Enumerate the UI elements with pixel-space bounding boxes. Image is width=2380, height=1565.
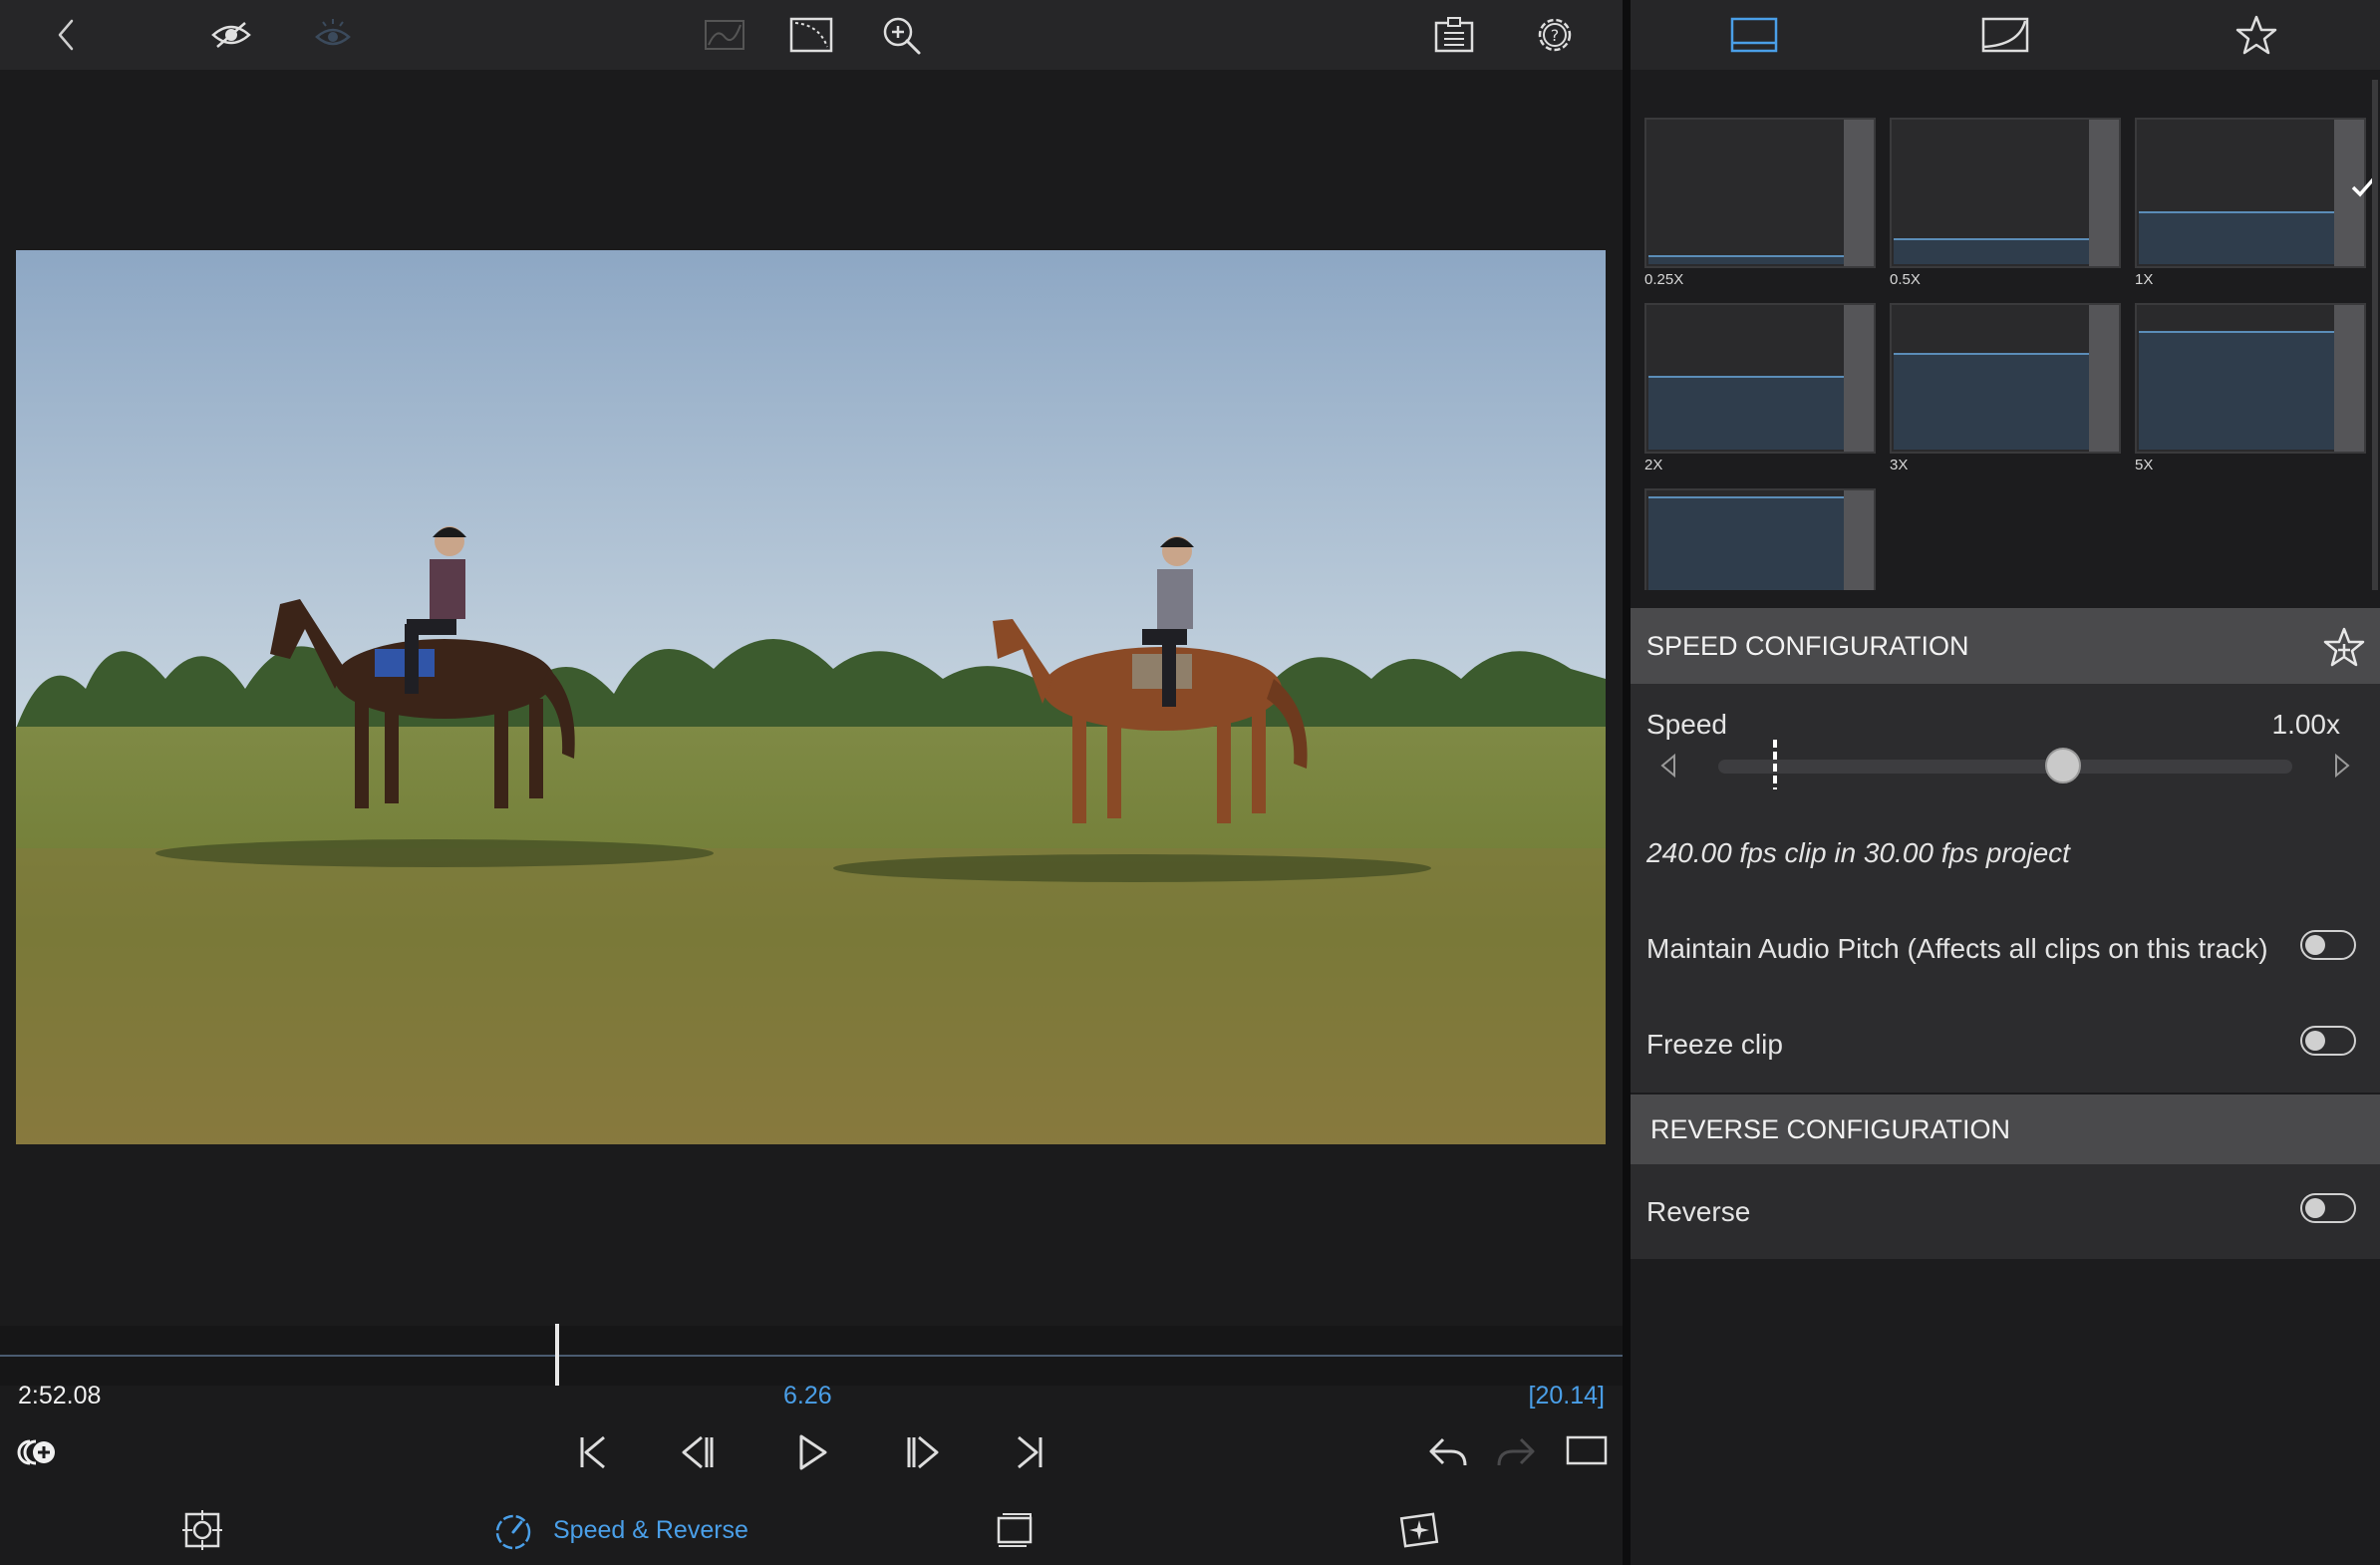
preset-speed-level [1648,376,1844,450]
preset-label: 2X [1644,457,1663,473]
speed-reverse-label: Speed & Reverse [553,1515,748,1544]
next-frame-icon[interactable] [897,1427,947,1477]
preset-thumbnail [1890,118,2121,268]
preset-label: 1X [2135,271,2154,288]
preset-thumbnail [2135,118,2366,268]
preset-thumbnail [1890,303,2121,454]
top-toolbar: ? [0,0,1623,70]
favorites-star-icon[interactable] [2231,13,2282,57]
reverse-label: Reverse [1646,1196,1751,1227]
preset-thumbnail-edge [1844,490,1874,590]
bottom-toolbar: Speed & Reverse [0,1495,1623,1565]
preset-thumbnail [1644,118,1876,268]
speed-presets: 0.25X 0.5X 1X 2X 3X 5X [1631,80,2380,590]
eye-dim-icon[interactable] [311,13,355,57]
preset-thumbnail-edge [1844,305,1874,452]
preset-speed-level [1648,255,1844,264]
fps-info: 240.00 fps clip in 30.00 fps project [1646,837,2070,868]
speed-slider-thumb[interactable] [2044,748,2081,783]
clip-duration: [20.14] [1528,1382,1605,1409]
play-icon[interactable] [787,1427,837,1477]
preset-speed-level [2139,211,2334,264]
fullscreen-icon[interactable] [1562,1427,1612,1477]
preset-speed-level [1894,238,2089,264]
playhead[interactable] [555,1324,559,1386]
speed-preset[interactable] [1644,488,1876,590]
preset-thumbnail-edge [2089,305,2119,452]
preset-speed-level [1648,496,1844,590]
toggle-knob [2305,935,2325,955]
speed-reverse-tab[interactable]: Speed & Reverse [491,1503,748,1557]
speed-increase-icon[interactable] [2330,753,2354,779]
curve-tab-icon[interactable] [1979,13,2031,57]
effects-icon[interactable] [1397,1503,1441,1557]
redo-icon[interactable] [1491,1427,1541,1477]
video-preview[interactable] [16,250,1606,1144]
back-icon[interactable] [44,13,88,57]
freeze-clip-toggle[interactable] [2300,1026,2356,1056]
speed-tab-icon[interactable] [1728,13,1780,57]
speed-preset[interactable]: 2X [1644,303,1876,474]
undo-icon[interactable] [1423,1427,1473,1477]
preset-thumbnail [2135,303,2366,454]
toggle-knob [2305,1031,2325,1051]
favorite-star-add-icon[interactable] [2322,626,2366,670]
preset-thumbnail-edge [2089,120,2119,266]
preset-speed-level [1894,353,2089,450]
playhead-timecode: 6.26 [783,1382,832,1409]
speed-default-marker [1773,740,1777,789]
transform-icon[interactable] [180,1503,224,1557]
inspector-pane: 0.25X 0.5X 1X 2X 3X 5X SPEED CONFIGURATION Sp… [1631,0,2380,1565]
presets-scrollbar[interactable] [2372,80,2378,590]
timeline-track [0,1355,1623,1357]
preset-thumbnail [1644,488,1876,590]
keyframe-curve-icon[interactable] [789,13,833,57]
speed-config-header: SPEED CONFIGURATION [1631,608,2380,684]
reverse-toggle[interactable] [2300,1193,2356,1223]
speed-preset[interactable]: 3X [1890,303,2121,474]
speedometer-icon [495,1514,531,1550]
auto-curve-icon[interactable] [703,13,746,57]
pane-divider[interactable] [1623,0,1631,1565]
settings-help-icon[interactable]: ? [1533,13,1577,57]
speed-preset[interactable]: 1X [2135,118,2376,289]
add-clip-icon[interactable] [10,1427,60,1477]
preset-label: 0.25X [1644,271,1684,288]
editor-pane: ? 2:52.08 6.26 [20.14] Speed & Reverse [0,0,1623,1565]
speed-preset[interactable]: 5X [2135,303,2366,474]
toggle-knob [2305,1198,2325,1218]
current-timecode: 2:52.08 [18,1382,102,1409]
speed-decrease-icon[interactable] [1656,753,1680,779]
eye-icon[interactable] [209,13,253,57]
preset-thumbnail-edge [2334,305,2364,452]
reverse-config-header: REVERSE CONFIGURATION [1631,1095,2380,1164]
preset-label: 5X [2135,457,2154,473]
preset-thumbnail [1644,303,1876,454]
clipboard-icon[interactable] [1432,13,1476,57]
speed-preset[interactable]: 0.5X [1890,118,2121,289]
reverse-config-title: REVERSE CONFIGURATION [1650,1113,2011,1144]
crop-icon[interactable] [993,1503,1037,1557]
go-to-start-icon[interactable] [568,1427,618,1477]
preset-label: 3X [1890,457,1909,473]
speed-preset[interactable]: 0.25X [1644,118,1876,289]
previous-frame-icon[interactable] [674,1427,724,1477]
maintain-pitch-label: Maintain Audio Pitch (Affects all clips … [1646,933,2268,964]
freeze-clip-label: Freeze clip [1646,1029,1783,1060]
preset-speed-level [2139,331,2334,450]
speed-config-title: SPEED CONFIGURATION [1646,630,1969,661]
zoom-icon[interactable] [879,13,923,57]
inspector-tabs [1631,0,2380,70]
speed-label: Speed [1646,709,1727,740]
go-to-end-icon[interactable] [1005,1427,1054,1477]
speed-slider-track[interactable] [1718,760,2292,774]
svg-text:?: ? [1551,26,1560,45]
preset-thumbnail-edge [1844,120,1874,266]
preset-label: 0.5X [1890,271,1921,288]
maintain-pitch-toggle[interactable] [2300,930,2356,960]
speed-value: 1.00x [2271,709,2341,740]
